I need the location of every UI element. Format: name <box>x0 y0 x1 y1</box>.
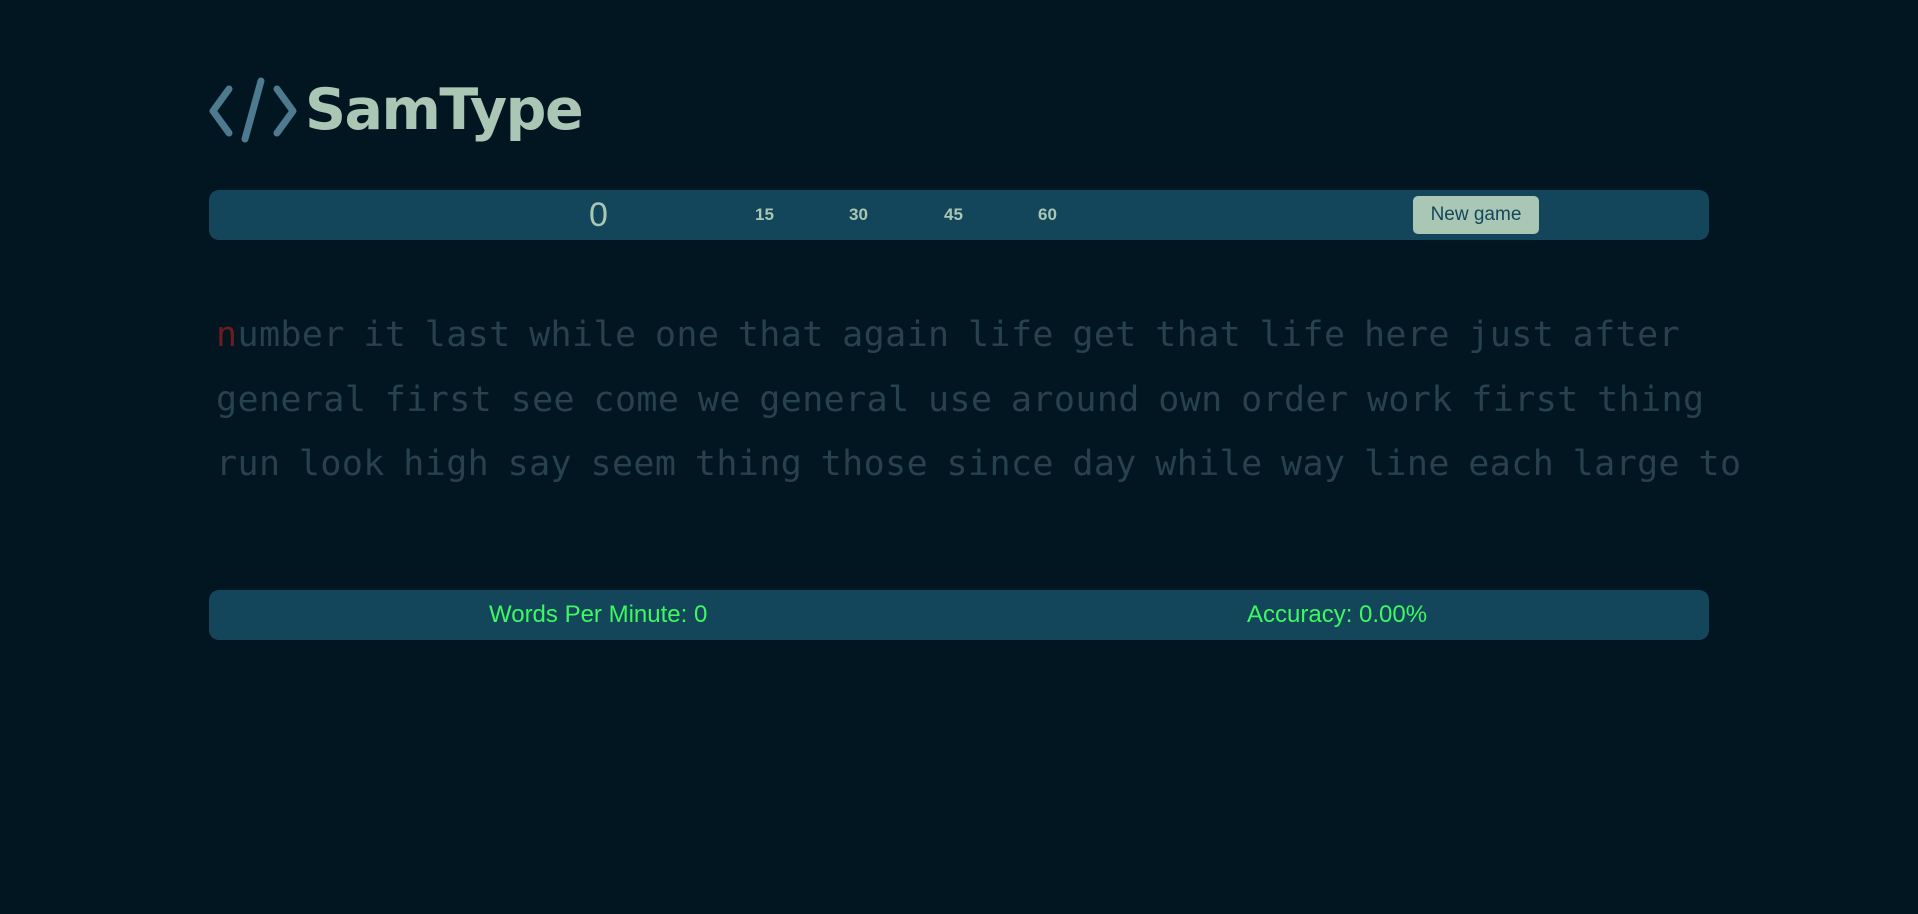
code-brackets-icon <box>209 77 297 143</box>
word-line: general first see come we general use ar… <box>216 379 1705 420</box>
accuracy-stat: Accuracy: 0.00% <box>1247 601 1428 628</box>
app-title: SamType <box>305 77 584 143</box>
duration-option-45[interactable]: 45 <box>944 190 963 240</box>
timer-display: 0 <box>589 196 608 234</box>
toolbar: 0 15 30 45 60 New game <box>209 190 1709 240</box>
header: SamType <box>209 70 584 150</box>
duration-option-30[interactable]: 30 <box>849 190 868 240</box>
wpm-stat: Words Per Minute: 0 <box>489 601 708 628</box>
app-root: SamType 0 15 30 45 60 New game number it… <box>0 0 1918 914</box>
duration-option-15[interactable]: 15 <box>755 190 774 240</box>
word-area[interactable]: number it last while one that again life… <box>216 303 1742 497</box>
word-line-text: umber it last while one that again life … <box>237 315 1681 355</box>
word-line: run look high say seem thing those since… <box>216 444 1742 484</box>
word-line: number it last while one that again life… <box>216 303 1696 368</box>
duration-option-60[interactable]: 60 <box>1038 190 1057 240</box>
current-letter: n <box>216 315 238 355</box>
stats-bar: Words Per Minute: 0 Accuracy: 0.00% <box>209 590 1709 640</box>
new-game-button[interactable]: New game <box>1413 196 1539 234</box>
